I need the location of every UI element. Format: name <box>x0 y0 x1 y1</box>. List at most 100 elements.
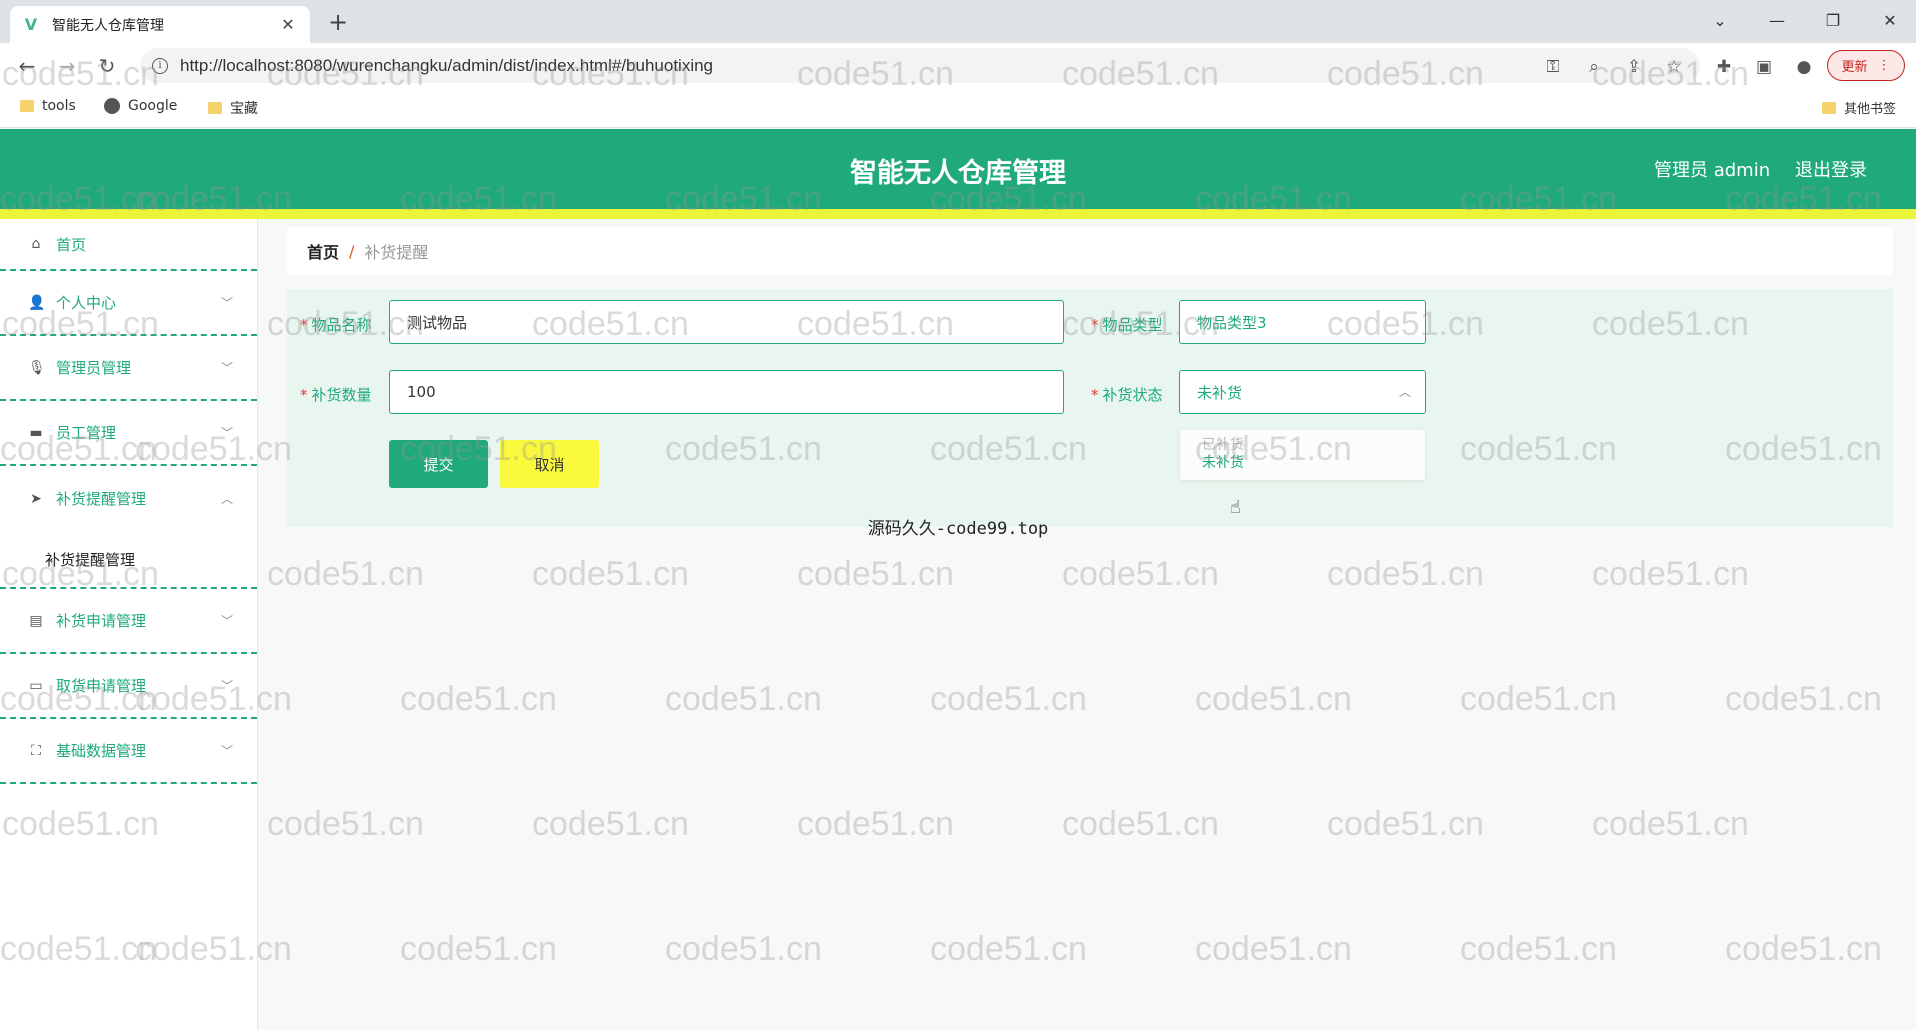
watermark-text: code51.cn <box>1460 680 1617 718</box>
quantity-label: * 补货数量 <box>300 386 372 404</box>
folder-icon <box>20 100 34 112</box>
sidebar-item-label: 员工管理 <box>56 424 117 442</box>
forward-icon[interactable]: → <box>52 51 82 81</box>
tab-search-icon[interactable]: ⌄ <box>1700 4 1740 38</box>
chevron-down-icon: ﹀ <box>220 744 233 758</box>
key-icon[interactable]: ⚿ <box>1541 55 1565 79</box>
bookmarks-bar: tools Google 宝藏 其他书签 <box>0 88 1916 128</box>
zoom-icon[interactable]: ⌕ <box>1582 55 1606 79</box>
globe-icon <box>104 98 120 114</box>
watermark-text: code51.cn <box>930 680 1087 718</box>
breadcrumb-current: 补货提醒 <box>364 243 429 262</box>
sidebar-item-restock-requests[interactable]: ▤ 补货申请管理 ﹀ <box>0 589 257 654</box>
sidebar-item-label: 补货申请管理 <box>56 612 147 630</box>
submenu-restock-reminders[interactable]: 补货提醒管理 <box>0 531 257 589</box>
bookmark-tools[interactable]: tools <box>20 98 76 114</box>
sidebar-item-base-data[interactable]: ⛶ 基础数据管理 ﹀ <box>0 719 257 784</box>
watermark-text: code51.cn <box>532 805 689 843</box>
breadcrumb-home[interactable]: 首页 <box>307 239 339 263</box>
chevron-down-icon: ﹀ <box>220 679 233 693</box>
status-option-restocked[interactable]: 已补货 <box>1202 434 1244 454</box>
watermark-text: code51.cn <box>665 680 822 718</box>
chevron-up-icon: ︿ <box>1398 385 1411 399</box>
bookmark-google[interactable]: Google <box>104 98 177 114</box>
watermark-text: code51.cn <box>1327 555 1484 593</box>
item-type-input[interactable]: 物品类型3 <box>1179 300 1426 344</box>
chevron-down-icon: ﹀ <box>220 614 233 628</box>
mic-icon: 🎙 <box>28 359 46 376</box>
bookmark-label: Google <box>128 98 178 114</box>
watermark-text: code51.cn <box>1327 805 1484 843</box>
sidebar-item-admins[interactable]: 🎙 管理员管理 ﹀ <box>0 336 257 401</box>
status-option-not-restocked[interactable]: 未补货 <box>1202 452 1244 472</box>
watermark-text: code51.cn <box>1062 805 1219 843</box>
footer-note: 源码久久-code99.top <box>867 519 1049 539</box>
update-button[interactable]: 更新 ⋮ <box>1827 50 1905 81</box>
chat-icon: ▬ <box>29 424 43 441</box>
header-accent-bar <box>0 209 1916 219</box>
vue-favicon-icon: V <box>24 15 38 34</box>
sidebar-item-label: 取货申请管理 <box>56 677 147 695</box>
sidebar-item-home[interactable]: ⌂ 首页 <box>0 219 257 271</box>
chevron-down-icon: ﹀ <box>220 296 233 310</box>
logout-link[interactable]: 退出登录 <box>1795 156 1867 182</box>
other-bookmarks-label: 其他书签 <box>1844 102 1897 117</box>
other-bookmarks[interactable]: 其他书签 <box>1822 98 1896 117</box>
chevron-down-icon: ﹀ <box>220 426 233 440</box>
cancel-button[interactable]: 取消 <box>500 440 599 488</box>
sidebar-item-profile[interactable]: 👤 个人中心 ﹀ <box>0 271 257 336</box>
message-icon: ▭ <box>29 677 43 694</box>
update-label: 更新 <box>1841 60 1868 75</box>
send-icon: ➤ <box>30 490 42 507</box>
bookmark-label: 宝藏 <box>230 101 258 117</box>
sidebar-item-pickup-requests[interactable]: ▭ 取货申请管理 ﹀ <box>0 654 257 719</box>
restore-icon[interactable]: ❐ <box>1813 4 1853 38</box>
watermark-text: code51.cn <box>1062 555 1219 593</box>
item-name-label: * 物品名称 <box>300 316 372 334</box>
watermark-text: code51.cn <box>1592 805 1749 843</box>
breadcrumb-separator: / <box>349 241 355 261</box>
sidebar-item-staff[interactable]: ▬ 员工管理 ﹀ <box>0 401 257 466</box>
tab-close-icon[interactable]: ✕ <box>278 15 298 34</box>
new-tab-icon[interactable]: + <box>325 8 351 36</box>
item-name-input[interactable]: 测试物品 <box>389 300 1064 344</box>
site-info-icon[interactable]: i <box>152 57 168 74</box>
submit-button[interactable]: 提交 <box>389 440 488 488</box>
watermark-text: code51.cn <box>532 555 689 593</box>
bookmark-label: tools <box>42 98 76 114</box>
watermark-text: code51.cn <box>1460 930 1617 968</box>
chevron-down-icon: ﹀ <box>220 361 233 375</box>
user-label: 管理员 admin <box>1654 160 1771 181</box>
extensions-icon[interactable]: ✚ <box>1712 55 1736 79</box>
reload-icon[interactable]: ↻ <box>92 51 122 81</box>
chevron-up-icon: ︿ <box>220 492 233 506</box>
watermark-text: code51.cn <box>797 555 954 593</box>
menu-dots-icon: ⋮ <box>1877 58 1891 73</box>
browser-tab[interactable]: V 智能无人仓库管理 ✕ <box>10 6 310 43</box>
watermark-text: code51.cn <box>1195 680 1352 718</box>
bookmark-treasure[interactable]: 宝藏 <box>208 98 258 118</box>
share-icon[interactable]: ⇪ <box>1622 55 1646 79</box>
back-icon[interactable]: ← <box>12 51 42 81</box>
browser-tabstrip: V 智能无人仓库管理 ✕ + ⌄ — ❐ ✕ <box>0 0 1916 43</box>
breadcrumb: 首页 / 补货提醒 <box>287 227 1893 275</box>
sidebar: ⌂ 首页 👤 个人中心 ﹀ 🎙 管理员管理 ﹀ ▬ 员工管理 ﹀ ➤ 补货提醒管… <box>0 219 258 1030</box>
status-selected-value: 未补货 <box>1197 383 1243 402</box>
folder-icon <box>208 102 222 114</box>
watermark-text: code51.cn <box>1195 930 1352 968</box>
watermark-text: code51.cn <box>1592 555 1749 593</box>
sidepanel-icon[interactable]: ▣ <box>1752 55 1776 79</box>
sidebar-item-label: 个人中心 <box>56 294 117 312</box>
watermark-text: code51.cn <box>267 555 424 593</box>
briefcase-icon: ▤ <box>29 612 43 629</box>
item-type-label: * 物品类型 <box>1091 316 1163 334</box>
watermark-text: code51.cn <box>267 805 424 843</box>
status-select[interactable]: 未补货 ︿ <box>1179 370 1426 414</box>
hand-cursor-icon: ☝ <box>1230 497 1241 518</box>
bookmark-star-icon[interactable]: ☆ <box>1662 55 1686 79</box>
address-bar[interactable]: i http://localhost:8080/wurenchangku/adm… <box>140 48 1700 83</box>
minimize-icon[interactable]: — <box>1757 4 1797 38</box>
close-window-icon[interactable]: ✕ <box>1870 4 1910 38</box>
quantity-input[interactable]: 100 <box>389 370 1064 414</box>
profile-icon[interactable]: ● <box>1792 55 1816 79</box>
